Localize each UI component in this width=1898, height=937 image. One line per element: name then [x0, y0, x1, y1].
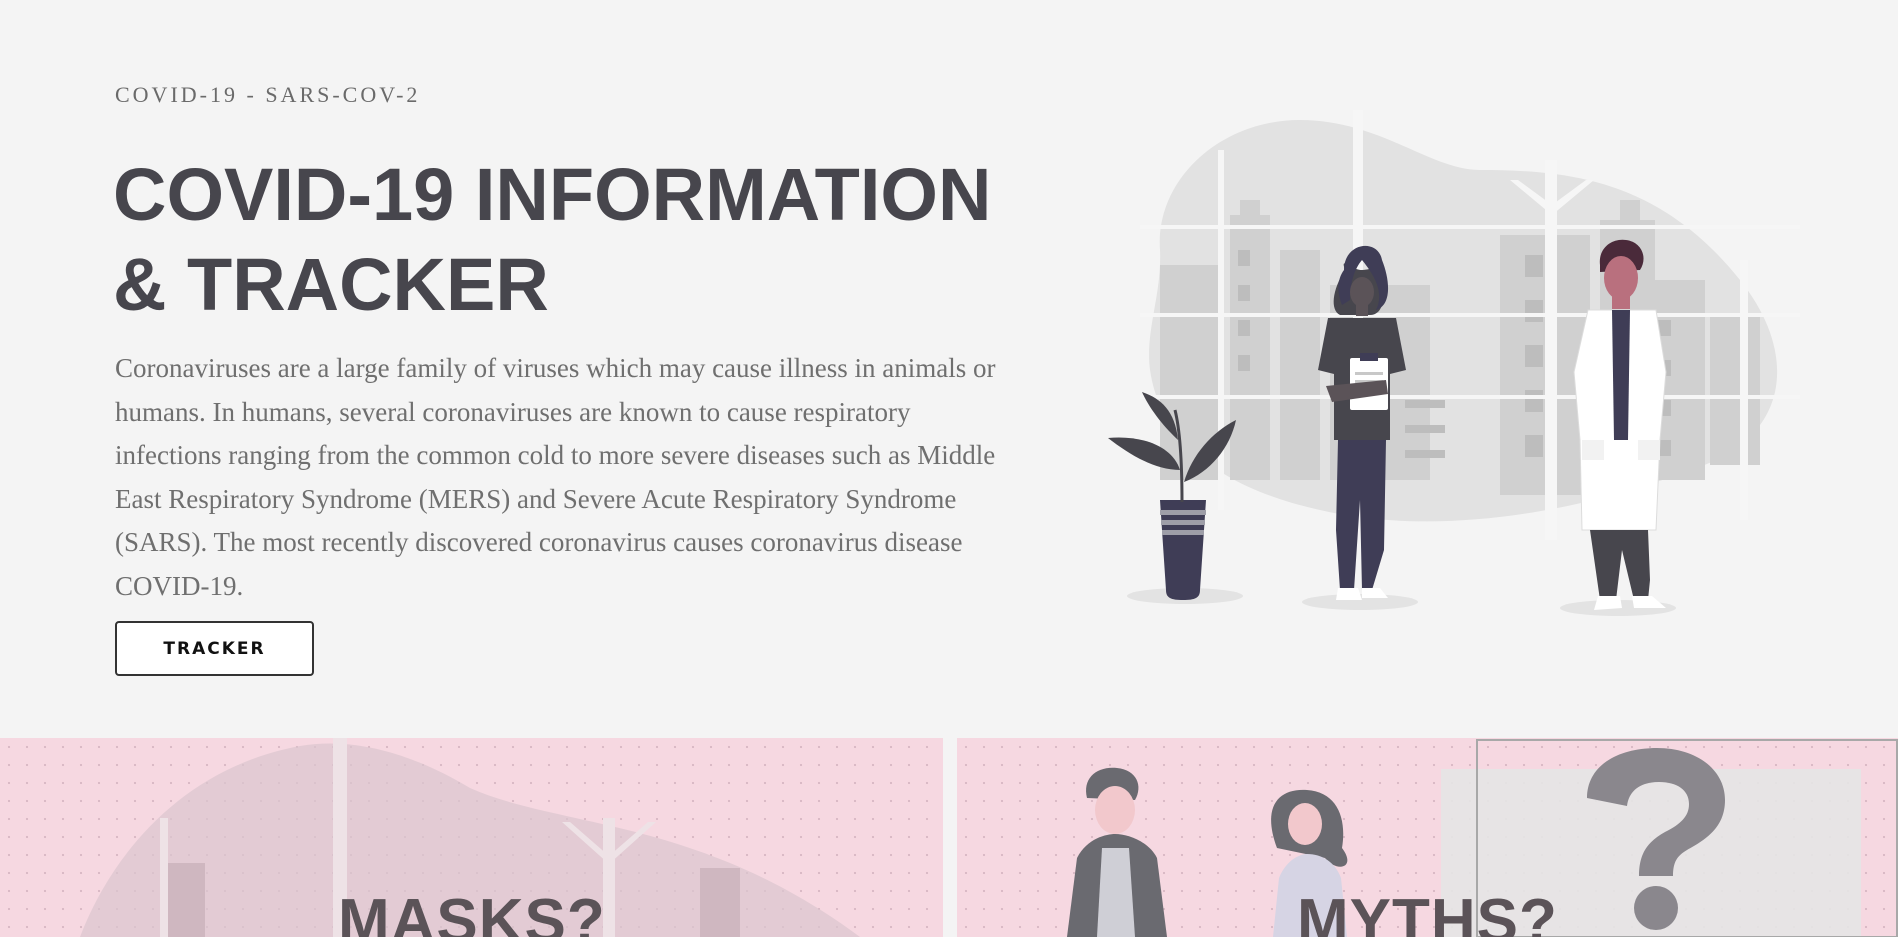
hero-intro-text: Coronaviruses are a large family of viru…: [115, 353, 996, 601]
tracker-button[interactable]: TRACKER: [115, 621, 314, 676]
page-title-line-2: & TRACKER: [113, 243, 549, 326]
page-title-line-1: COVID-19 INFORMATION: [113, 153, 992, 236]
masks-card[interactable]: MASKS?: [0, 738, 943, 937]
page-title: COVID-19 INFORMATION & TRACKER: [113, 150, 1073, 330]
myths-card-title: MYTHS?: [1297, 887, 1558, 937]
hero-eyebrow: COVID-19 - SARS-COV-2: [115, 82, 421, 107]
masks-card-title: MASKS?: [338, 887, 606, 937]
doctors-illustration: [1108, 110, 1800, 616]
myths-card[interactable]: MYTHS?: [957, 738, 1898, 937]
man-figure: [1067, 767, 1167, 937]
